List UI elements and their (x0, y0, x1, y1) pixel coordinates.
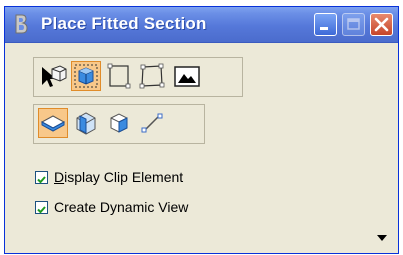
minimize-icon (320, 27, 328, 30)
create-dynamic-view-checkbox[interactable] (35, 200, 48, 214)
display-clip-element-checkbox[interactable] (35, 170, 48, 184)
select-element-icon (42, 65, 67, 87)
tool-rectangle[interactable] (104, 61, 134, 91)
volume-icon (76, 112, 96, 135)
tool-polygon[interactable] (137, 61, 167, 91)
checkmark-icon (37, 205, 46, 213)
maximize-button[interactable] (342, 13, 365, 36)
mnemonic-letter: D (54, 169, 65, 185)
tool-image[interactable] (170, 61, 206, 91)
cube-icon (110, 113, 128, 133)
display-clip-element-label: Display Clip Element (54, 169, 183, 185)
create-dynamic-view-option[interactable]: Create Dynamic View (35, 198, 188, 216)
expand-options-icon[interactable] (377, 235, 387, 241)
plane-icon (40, 115, 66, 132)
polygon-icon (139, 63, 165, 89)
title-bar[interactable]: Place Fitted Section (5, 7, 398, 43)
close-button[interactable] (370, 13, 393, 36)
direction-toolbar (33, 104, 205, 144)
tool-plane[interactable] (38, 108, 68, 138)
tool-cube[interactable] (104, 108, 134, 138)
image-icon (174, 66, 200, 87)
minimize-button[interactable] (314, 13, 337, 36)
bentley-b-icon (15, 14, 28, 34)
tool-fitted-section[interactable] (71, 61, 101, 91)
method-toolbar (33, 57, 243, 97)
display-clip-element-option[interactable]: Display Clip Element (35, 168, 183, 186)
fitted-section-icon (74, 64, 98, 88)
label-text: isplay Clip Element (64, 169, 184, 185)
tool-volume[interactable] (71, 108, 101, 138)
line-icon (141, 113, 163, 133)
tool-line[interactable] (137, 108, 167, 138)
create-dynamic-view-label: Create Dynamic View (54, 199, 189, 215)
close-icon (374, 17, 389, 32)
maximize-icon (347, 18, 360, 30)
rectangle-icon (107, 63, 131, 89)
checkmark-icon (37, 175, 46, 183)
window-title: Place Fitted Section (41, 14, 207, 33)
place-fitted-section-dialog: Place Fitted Section Display Clip Elemen… (4, 6, 399, 254)
tool-select-element[interactable] (38, 61, 68, 91)
